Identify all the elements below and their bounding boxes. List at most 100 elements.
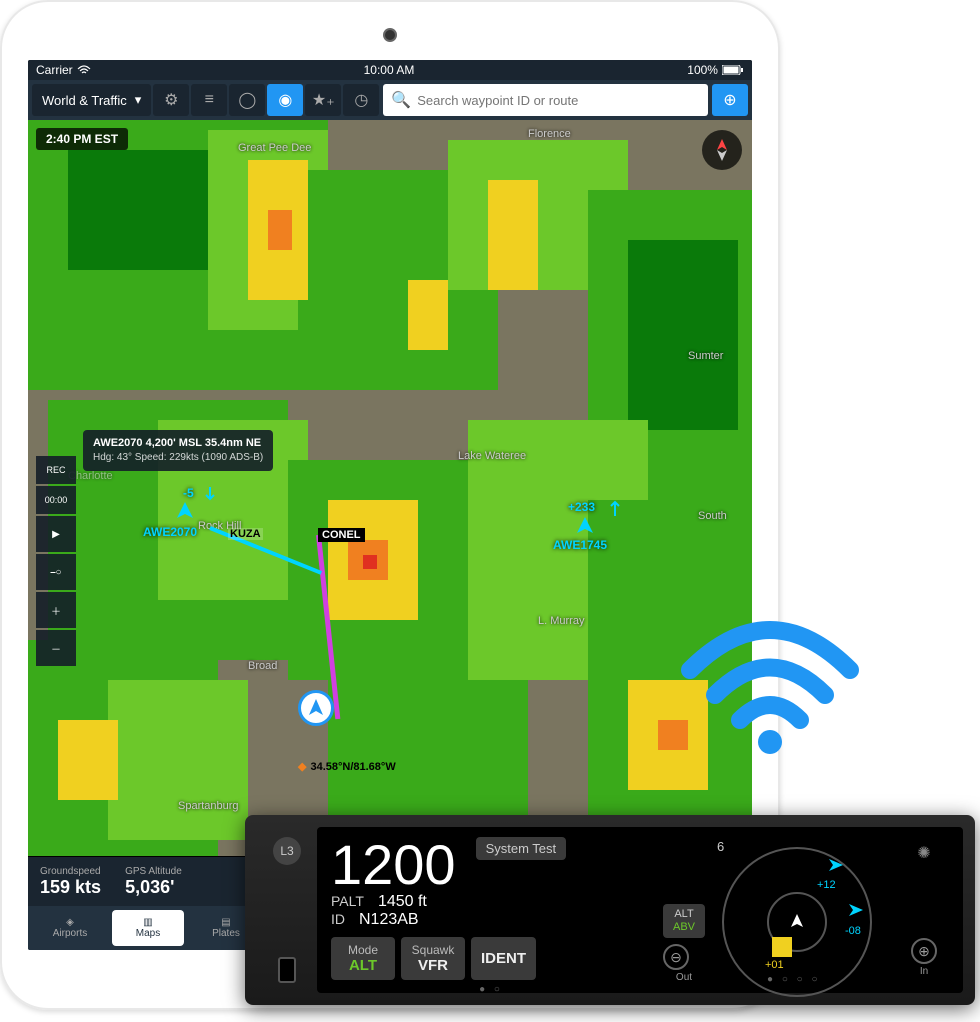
traffic-target-icon bbox=[847, 902, 867, 922]
map-label: Florence bbox=[528, 128, 571, 140]
history-button[interactable]: ◷ bbox=[343, 84, 379, 116]
compass-icon: ◉ bbox=[278, 90, 292, 110]
chevron-down-icon: ▾ bbox=[135, 92, 142, 108]
ipad-camera bbox=[385, 30, 395, 40]
map-label: Sumter bbox=[688, 350, 723, 362]
clock: 10:00 AM bbox=[364, 63, 415, 77]
status-pill: System Test bbox=[476, 837, 567, 860]
map-label: Spartanburg bbox=[178, 800, 239, 812]
transponder-device: L3 1200 System Test PALT 1450 ft ID N123… bbox=[245, 815, 975, 1005]
brightness-icon[interactable]: ✺ bbox=[917, 843, 930, 863]
list-icon: ≡ bbox=[205, 91, 214, 109]
l3-logo: L3 bbox=[273, 837, 301, 865]
target-alt: -08 bbox=[845, 925, 861, 937]
in-label: In bbox=[911, 966, 937, 977]
zoom-out-button[interactable]: － bbox=[36, 630, 76, 666]
waypoint-label: CONEL bbox=[318, 528, 365, 542]
tooltip-line2: Hdg: 43° Speed: 229kts (1090 ADS-B) bbox=[93, 451, 263, 465]
search-icon: 🔍 bbox=[391, 90, 411, 110]
weather-radar-layer bbox=[28, 120, 752, 856]
traffic-icon bbox=[173, 500, 197, 524]
compass-rose[interactable] bbox=[702, 130, 742, 170]
target-alt: +01 bbox=[765, 959, 784, 971]
ios-statusbar: Carrier 10:00 AM 100% bbox=[28, 60, 752, 80]
clock-icon: ◷ bbox=[354, 90, 368, 110]
tooltip-line1: AWE2070 4,200' MSL 35.4nm NE bbox=[93, 436, 263, 451]
squawk-code: 1200 bbox=[331, 837, 456, 893]
battery-icon bbox=[722, 65, 744, 75]
traffic-callsign: AWE1745 bbox=[553, 538, 607, 552]
page-dots: ● ○ bbox=[331, 984, 651, 995]
map-canvas[interactable]: Great Pee Dee Florence Sumter Charlotte … bbox=[28, 120, 752, 856]
ownship-icon bbox=[298, 690, 334, 726]
locate-button[interactable]: ⊕ bbox=[712, 84, 748, 116]
map-label: Broad bbox=[248, 660, 277, 672]
usb-port-icon bbox=[278, 957, 296, 983]
traffic-target-icon bbox=[772, 937, 792, 957]
settings-button[interactable]: ⚙ bbox=[153, 84, 189, 116]
tab-airports[interactable]: ◈ Airports bbox=[34, 910, 106, 946]
locate-icon: ⊕ bbox=[723, 90, 736, 110]
star-icon: ★₊ bbox=[312, 90, 335, 110]
map-label: L. Murray bbox=[538, 615, 584, 627]
waypoint-label: KUZA bbox=[228, 528, 263, 540]
scope-range: 6 bbox=[717, 839, 724, 854]
id-value: N123AB bbox=[359, 911, 419, 929]
rec-time: 00:00 bbox=[36, 486, 76, 514]
ident-button[interactable]: IDENT bbox=[471, 937, 536, 980]
carrier-label: Carrier bbox=[36, 63, 73, 77]
zoom-in-button[interactable]: ＋ bbox=[36, 592, 76, 628]
tab-maps[interactable]: ▥ Maps bbox=[112, 910, 184, 946]
altitude-stat: GPS Altitude 5,036' bbox=[125, 866, 182, 898]
play-button[interactable]: ▶ bbox=[36, 516, 76, 552]
transponder-screen: 1200 System Test PALT 1450 ft ID N123AB … bbox=[317, 827, 963, 993]
page-dots: ● ○ ○ ○ bbox=[767, 974, 821, 985]
map-label: Great Pee Dee bbox=[238, 142, 311, 154]
wifi-connection-icon bbox=[670, 600, 870, 760]
rec-button[interactable]: REC bbox=[36, 456, 76, 484]
time-badge: 2:40 PM EST bbox=[36, 128, 128, 150]
route-icon: ⎯○ bbox=[50, 567, 61, 578]
target-alt: +12 bbox=[817, 879, 836, 891]
id-label: ID bbox=[331, 911, 345, 927]
play-icon: ▶ bbox=[52, 529, 60, 540]
favorites-button[interactable]: ★₊ bbox=[305, 84, 341, 116]
top-toolbar: World & Traffic ▾ ⚙ ≡ ◯ ◉ ★₊ ◷ 🔍 ⊕ bbox=[28, 80, 752, 120]
groundspeed-stat: Groundspeed 159 kts bbox=[40, 866, 101, 898]
traffic-alt: -5 bbox=[183, 486, 194, 500]
out-label: Out bbox=[663, 972, 705, 983]
traffic-callsign: AWE2070 bbox=[143, 525, 197, 539]
squawk-button[interactable]: Squawk VFR bbox=[401, 937, 465, 980]
plus-icon: ＋ bbox=[51, 603, 61, 618]
arrow-up-icon bbox=[608, 498, 622, 518]
list-button[interactable]: ≡ bbox=[191, 84, 227, 116]
globe-button[interactable]: ◯ bbox=[229, 84, 265, 116]
search-input[interactable] bbox=[417, 93, 700, 108]
arrow-down-icon bbox=[203, 485, 217, 505]
out-knob[interactable]: ⊖ bbox=[663, 944, 689, 970]
compass-button[interactable]: ◉ bbox=[267, 84, 303, 116]
search-box[interactable]: 🔍 bbox=[383, 84, 708, 116]
wifi-icon bbox=[77, 65, 91, 75]
battery-pct: 100% bbox=[687, 63, 718, 77]
route-tool-button[interactable]: ⎯○ bbox=[36, 554, 76, 590]
map-label: South bbox=[698, 510, 727, 522]
traffic-icon bbox=[573, 515, 597, 539]
rec-panel: REC 00:00 ▶ ⎯○ ＋ － bbox=[36, 456, 76, 666]
minus-icon: － bbox=[51, 641, 61, 656]
palt-value: 1450 ft bbox=[378, 893, 427, 911]
alt-filter-pill[interactable]: ALT ABV bbox=[663, 904, 705, 938]
map-icon: ▥ bbox=[143, 917, 152, 928]
traffic-tooltip: AWE2070 4,200' MSL 35.4nm NE Hdg: 43° Sp… bbox=[83, 430, 273, 471]
device-bezel-left: L3 bbox=[257, 827, 317, 993]
traffic-alt: +233 bbox=[568, 500, 595, 514]
map-mode-dropdown[interactable]: World & Traffic ▾ bbox=[32, 84, 151, 116]
globe-icon: ◯ bbox=[238, 90, 256, 110]
ownship-scope-icon bbox=[789, 913, 805, 929]
in-knob[interactable]: ⊕ bbox=[911, 938, 937, 964]
mode-button[interactable]: Mode ALT bbox=[331, 937, 395, 980]
gear-icon: ⚙ bbox=[164, 90, 178, 110]
plates-icon: ▤ bbox=[221, 917, 230, 928]
traffic-scope: 6 +12 -08 +01 ● ○ ○ ○ bbox=[717, 837, 887, 983]
map-label: Lake Wateree bbox=[458, 450, 526, 462]
